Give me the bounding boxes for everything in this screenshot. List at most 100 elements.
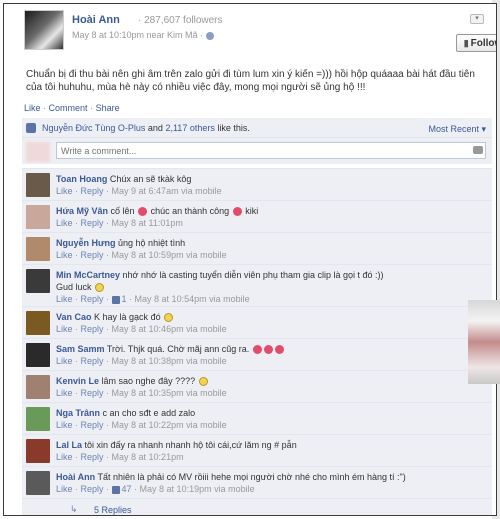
comment-timestamp[interactable]: May 8 at 10:54pm via mobile [135, 294, 250, 304]
comment-reply-link[interactable]: Reply [81, 356, 104, 366]
comment-timestamp[interactable]: May 8 at 10:35pm via mobile [112, 388, 227, 398]
comment-like-link[interactable]: Like [56, 324, 73, 334]
comment-reply-link[interactable]: Reply [81, 250, 104, 260]
comment-like-link[interactable]: Like [56, 186, 73, 196]
commenter-name[interactable]: Nga Trânn [56, 408, 100, 418]
commenter-avatar[interactable] [26, 439, 50, 463]
comment-timestamp[interactable]: May 8 at 10:59pm via mobile [112, 250, 227, 260]
comment-reply-link[interactable]: Reply [81, 452, 104, 462]
commenter-name[interactable]: Van Cao [56, 312, 92, 322]
comment-like-link[interactable]: Like [56, 484, 73, 494]
share-link[interactable]: Share [96, 103, 120, 113]
comment-text: K hay là gạck đó [94, 312, 161, 322]
comment-item: Nga Trânn c an cho sđt e add zalo Like ·… [22, 402, 492, 434]
follow-label: Follow [470, 38, 496, 49]
commenter-name[interactable]: Min McCartney [56, 270, 120, 280]
comment-timestamp[interactable]: May 9 at 6:47am via mobile [112, 186, 222, 196]
comment-like-link[interactable]: Like [56, 294, 73, 304]
commenter-avatar[interactable] [26, 269, 50, 293]
heart-icon [263, 345, 273, 355]
commenter-avatar[interactable] [26, 173, 50, 197]
likes-summary: Nguyễn Đức Tùng O-Plus and 2,117 others … [22, 118, 492, 138]
heart-icon [252, 345, 262, 355]
side-thumbnail[interactable] [468, 300, 500, 384]
commenter-name[interactable]: Toan Hoang [56, 174, 107, 184]
globe-icon [206, 31, 215, 40]
view-replies-link[interactable]: 5 Replies [94, 505, 132, 515]
comment-like-link[interactable]: Like [56, 250, 73, 260]
comment-like-count[interactable]: 1 [122, 294, 127, 304]
comment-text: Tất nhiên là phải có MV rồiii hehe mọi n… [97, 472, 406, 482]
comment-like-link[interactable]: Like [56, 452, 73, 462]
comment-item: Toan Hoang Chúx an sẽ tkàk kôg Like · Re… [22, 168, 492, 200]
comment-like-link[interactable]: Like [56, 356, 73, 366]
sort-dropdown[interactable]: Most Recent ▾ [428, 124, 486, 135]
likes-text: Nguyễn Đức Tùng O-Plus and 2,117 others … [42, 123, 250, 133]
comment-timestamp[interactable]: May 8 at 10:38pm via mobile [112, 356, 227, 366]
comment-item: Lal La tôi xin đấy ra nhanh nhanh hộ tôi… [22, 434, 492, 466]
replies-row: ↳ 5 Replies [22, 498, 492, 515]
smile-icon [95, 283, 105, 293]
like-link[interactable]: Like [24, 103, 41, 113]
comment-text: kiki [245, 206, 259, 216]
comment-text: lâm sao nghe đây ???? [101, 376, 196, 386]
commenter-avatar[interactable] [26, 205, 50, 229]
camera-icon[interactable] [473, 146, 483, 154]
heart-icon [274, 345, 284, 355]
comment-text: Trời. Thjk quá. Chờ mãj ann cũg ra. [106, 344, 250, 354]
follower-count: · 287,607 followers [138, 15, 223, 26]
comment-timestamp[interactable]: May 8 at 10:19pm via mobile [140, 484, 255, 494]
likes-others-link[interactable]: 2,117 others [165, 123, 214, 133]
commenter-avatar[interactable] [26, 407, 50, 431]
commenter-name[interactable]: Kenvin Le [56, 376, 99, 386]
commenter-avatar[interactable] [26, 343, 50, 367]
commenter-avatar[interactable] [26, 375, 50, 399]
like-count-icon [111, 485, 120, 494]
rss-icon: ▮ [463, 38, 469, 48]
heart-icon [232, 207, 242, 217]
post-header: Hoài Ann · 287,607 followers May 8 at 10… [24, 10, 496, 54]
comment-item: Kenvin Le lâm sao nghe đây ???? Like · R… [22, 370, 492, 402]
commenter-avatar[interactable] [26, 311, 50, 335]
thumbs-up-icon [26, 123, 36, 133]
comment-input[interactable] [56, 142, 486, 159]
comment-like-link[interactable]: Like [56, 218, 73, 228]
comment-like-count[interactable]: 47 [122, 484, 132, 494]
author-name[interactable]: Hoài Ann [72, 14, 120, 26]
comment-link[interactable]: Comment [49, 103, 88, 113]
post-timestamp[interactable]: May 8 at 10:10pm near Kim Mã · [72, 30, 203, 40]
heart-icon [138, 207, 148, 217]
comment-reply-link[interactable]: Reply [81, 484, 104, 494]
comment-item: Sam Samm Trời. Thjk quá. Chờ mãj ann cũg… [22, 338, 492, 370]
comment-reply-link[interactable]: Reply [81, 324, 104, 334]
follow-button[interactable]: ▮Follow [456, 34, 496, 52]
commenter-name[interactable]: Sam Samm [56, 344, 105, 354]
comment-text: ủng hộ nhiệt tình [118, 238, 186, 248]
comment-timestamp[interactable]: May 8 at 11:01pm [112, 218, 183, 228]
commenter-avatar[interactable] [26, 471, 50, 495]
comment-timestamp[interactable]: May 8 at 10:22pm via mobile [112, 420, 227, 430]
author-avatar[interactable] [24, 10, 64, 50]
comment-reply-link[interactable]: Reply [81, 420, 104, 430]
comment-list: Toan Hoang Chúx an sẽ tkàk kôg Like · Re… [22, 168, 492, 515]
comment-reply-link[interactable]: Reply [81, 294, 104, 304]
commenter-name[interactable]: Lal La [56, 440, 82, 450]
comment-like-link[interactable]: Like [56, 420, 73, 430]
commenter-name[interactable]: Hứa Mỹ Vân [56, 206, 108, 216]
comment-text: Gud luck [56, 282, 92, 292]
commenter-name[interactable]: Hoài Ann [56, 472, 95, 482]
likes-user-link[interactable]: Nguyễn Đức Tùng O-Plus [42, 123, 145, 133]
comment-timestamp[interactable]: May 8 at 10:21pm [112, 452, 184, 462]
commenter-avatar[interactable] [26, 237, 50, 261]
comment-reply-link[interactable]: Reply [81, 388, 104, 398]
commenter-name[interactable]: Nguyễn Hưng [56, 238, 116, 248]
comment-like-link[interactable]: Like [56, 388, 73, 398]
comment-reply-link[interactable]: Reply [81, 218, 104, 228]
comment-timestamp[interactable]: May 8 at 10:46pm via mobile [112, 324, 227, 334]
comment-item: Hoài Ann Tất nhiên là phải có MV rồiii h… [22, 466, 492, 498]
likes-and: and [147, 123, 163, 133]
comment-text: c an cho sđt e add zalo [102, 408, 196, 418]
comment-text: Chúx an sẽ tkàk kôg [109, 174, 192, 184]
comment-reply-link[interactable]: Reply [81, 186, 104, 196]
options-chevron-icon[interactable]: ▾ [470, 14, 484, 24]
